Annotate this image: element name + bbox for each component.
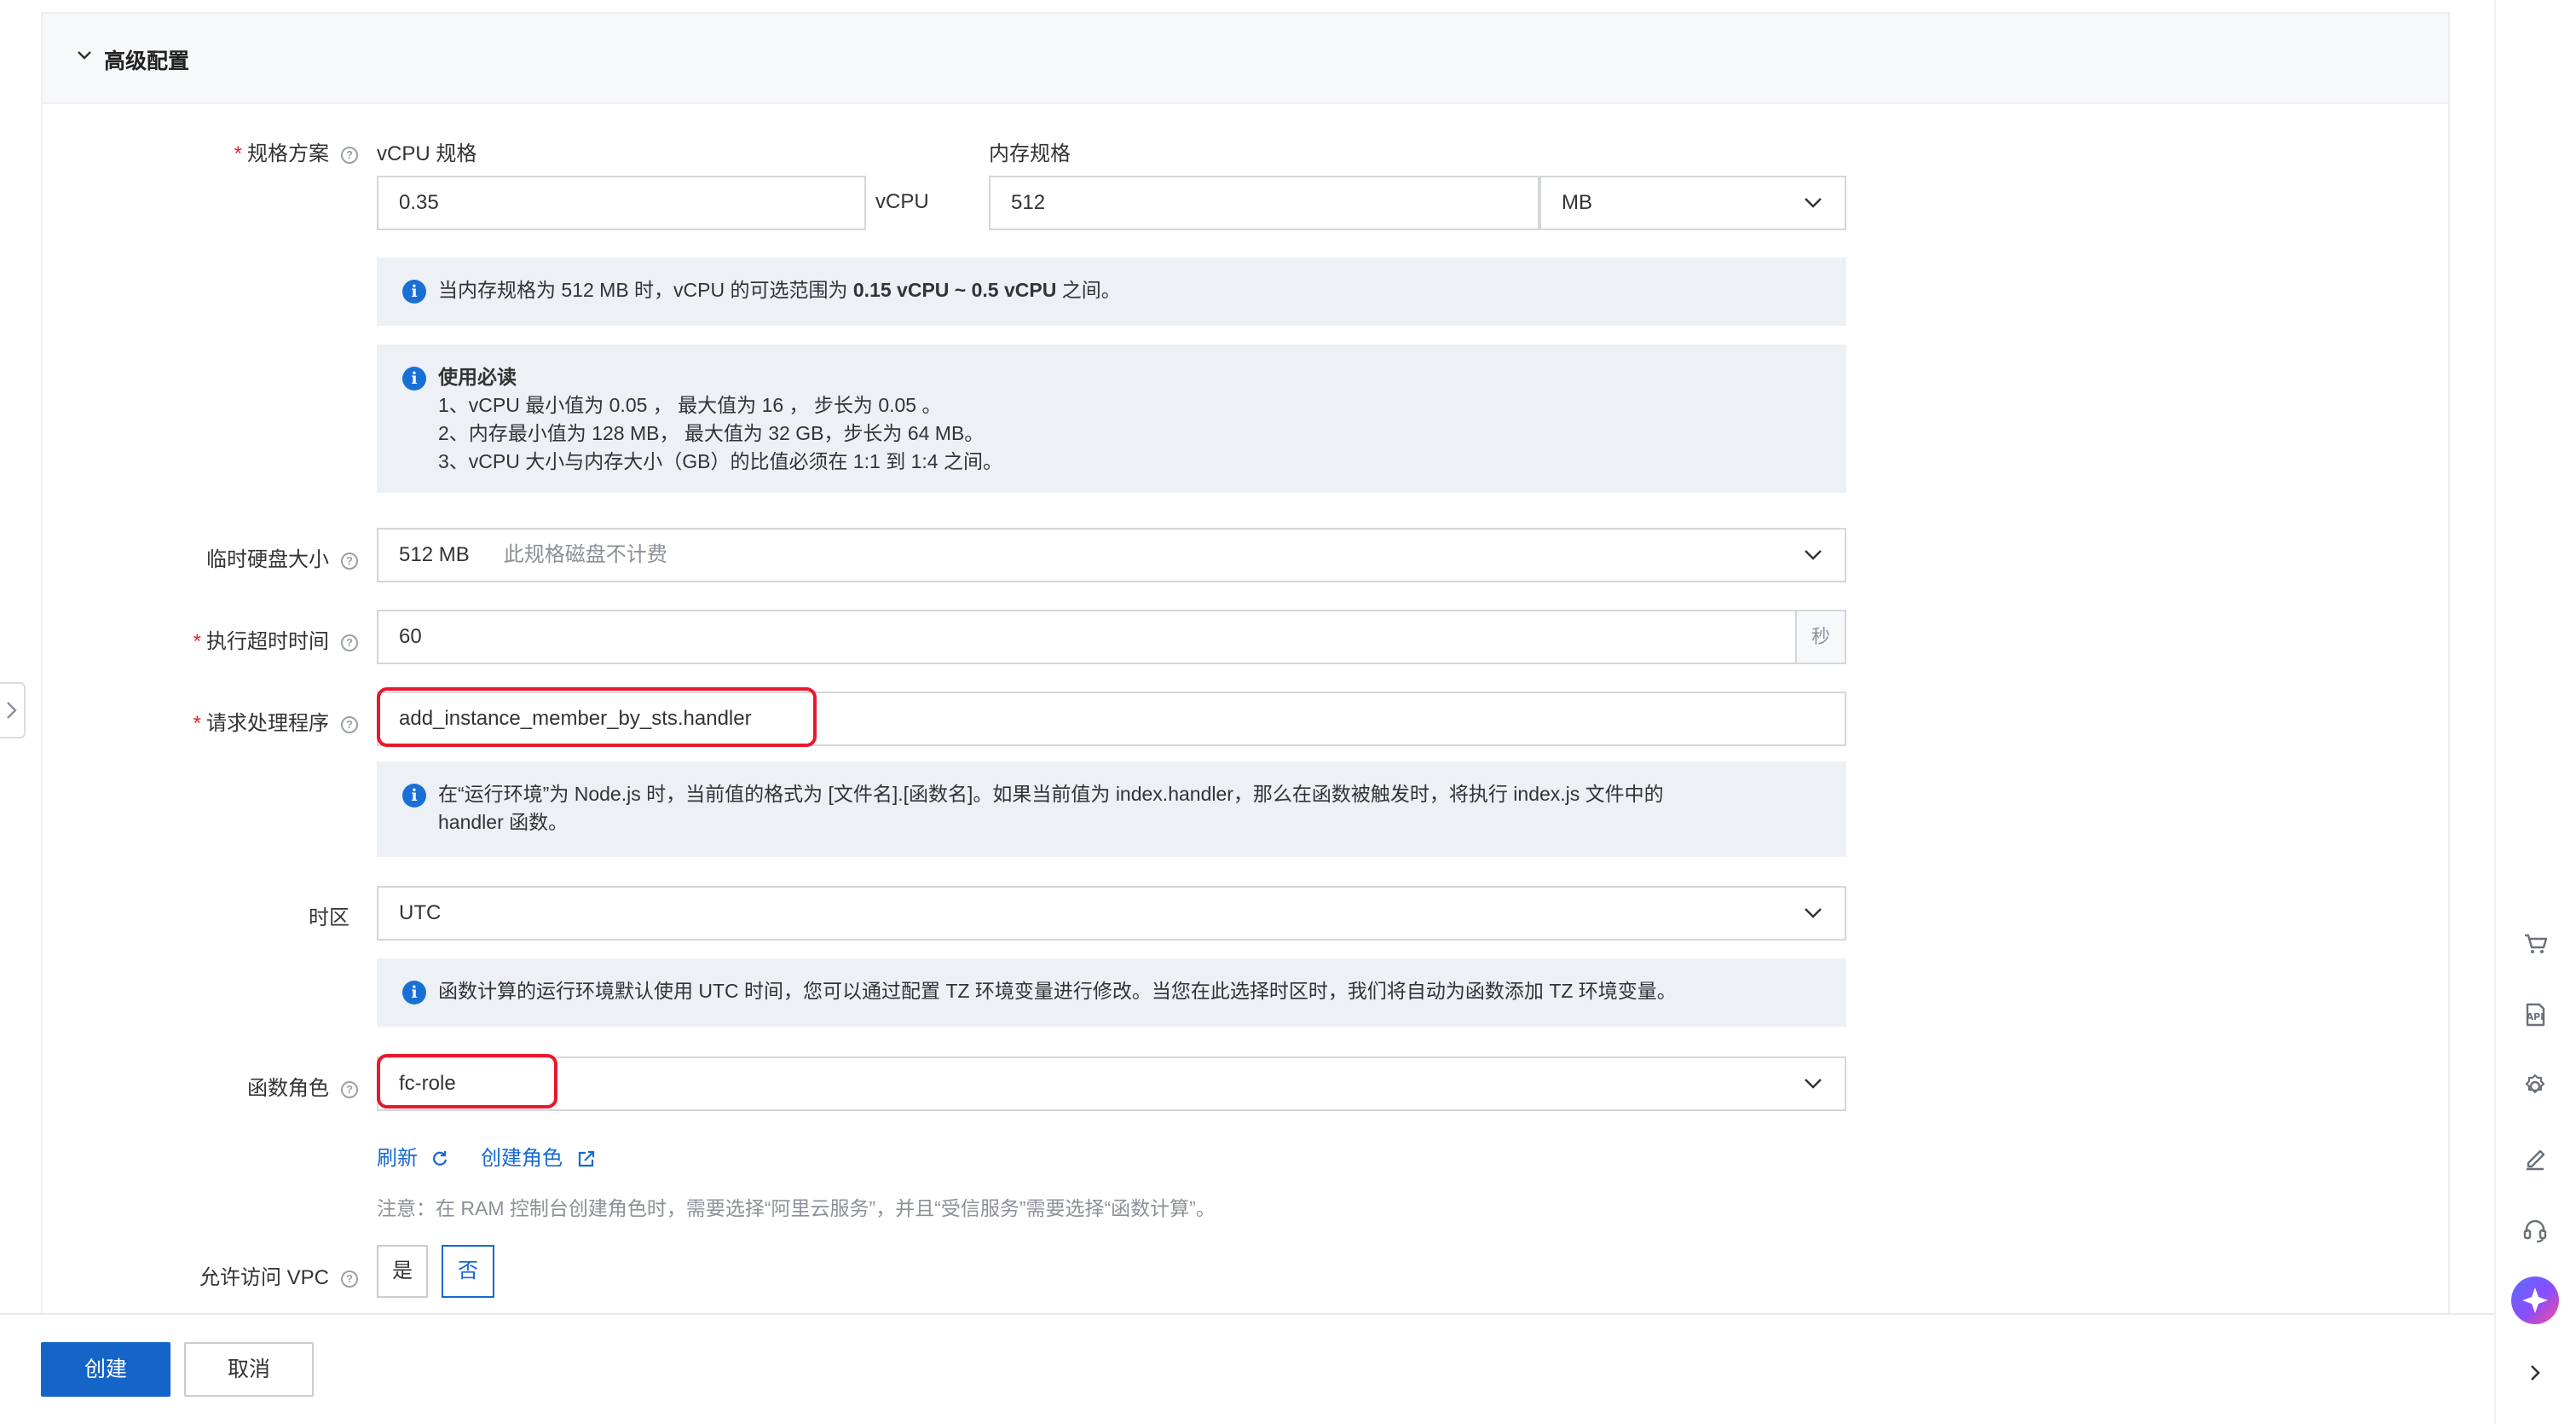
edit-icon[interactable] (2515, 1137, 2556, 1178)
create-button[interactable]: 创建 (41, 1342, 170, 1397)
help-icon[interactable]: ? (341, 1080, 358, 1098)
highlight-box-handler (377, 687, 817, 747)
usage-note-2: 2、内存最小值为 128 MB， 最大值为 32 GB，步长为 64 MB。 (438, 422, 985, 444)
headset-icon[interactable] (2515, 1209, 2556, 1250)
usage-notes-title: 使用必读 (438, 366, 517, 388)
panel-title: 高级配置 (104, 49, 190, 73)
help-icon[interactable]: ? (341, 634, 358, 651)
help-icon[interactable]: ? (341, 715, 358, 733)
info-icon: i (402, 367, 426, 391)
memory-spec-label: 内存规格 (989, 142, 1071, 165)
footer-bar (0, 1313, 2494, 1424)
vcpu-input[interactable]: 0.35 (377, 176, 866, 230)
info-icon: i (402, 981, 426, 1004)
timeout-input[interactable]: 60 秒 (377, 610, 1846, 664)
timezone-select[interactable]: UTC (377, 886, 1846, 941)
help-icon[interactable]: ? (341, 552, 358, 570)
timeout-unit: 秒 (1795, 611, 1845, 663)
timezone-tip: i 函数计算的运行环境默认使用 UTC 时间，您可以通过配置 TZ 环境变量进行… (377, 958, 1846, 1027)
chevron-down-icon (1805, 1079, 1822, 1089)
memory-input[interactable]: 512 (989, 176, 1539, 230)
sidebar-expand-toggle[interactable] (0, 682, 26, 738)
usage-notes: i 使用必读 1、vCPU 最小值为 0.05 ， 最大值为 16 ， 步长为 … (377, 344, 1846, 493)
highlight-box-role (377, 1054, 557, 1109)
timezone-label: 时区 (309, 906, 349, 929)
help-icon[interactable]: ? (341, 146, 358, 164)
external-link-icon (578, 1150, 594, 1167)
spec-label: * 规格方案? (234, 136, 358, 166)
chevron-down-icon (1805, 550, 1822, 560)
info-icon: i (402, 784, 426, 808)
cancel-button[interactable]: 取消 (184, 1342, 314, 1397)
chevron-down-icon (1805, 198, 1822, 208)
disk-size-label: 临时硬盘大小? (206, 542, 358, 572)
info-icon: i (402, 280, 426, 304)
chevron-right-icon (7, 702, 17, 719)
role-label: 函数角色? (247, 1071, 358, 1101)
vcpu-spec-label: vCPU 规格 (377, 142, 477, 165)
api-icon[interactable]: API (2515, 994, 2556, 1035)
vpc-no-option[interactable]: 否 (442, 1245, 494, 1298)
cart-icon[interactable] (2515, 923, 2556, 964)
chevron-right-icon[interactable] (2515, 1352, 2556, 1393)
create-role-link[interactable]: 创建角色 (481, 1141, 596, 1171)
svg-text:API: API (2527, 1011, 2544, 1022)
role-select[interactable]: fc-role (377, 1056, 1846, 1111)
vcpu-unit: vCPU (875, 190, 929, 213)
usage-note-3: 3、vCPU 大小与内存大小（GB）的比值必须在 1:1 到 1:4 之间。 (438, 450, 1002, 472)
memory-unit-select[interactable]: MB (1539, 176, 1846, 230)
vcpu-range-tip: i 当内存规格为 512 MB 时，vCPU 的可选范围为 0.15 vCPU … (377, 258, 1846, 326)
usage-note-1: 1、vCPU 最小值为 0.05 ， 最大值为 16 ， 步长为 0.05 。 (438, 394, 942, 416)
help-icon[interactable]: ? (341, 1270, 358, 1288)
handler-tip: i 在“运行环境”为 Node.js 时，当前值的格式为 [文件名].[函数名]… (377, 761, 1846, 857)
role-note: 注意：在 RAM 控制台创建角色时，需要选择“阿里云服务”，并且“受信服务”需要… (377, 1197, 1216, 1219)
disk-size-select[interactable]: 512 MB 此规格磁盘不计费 (377, 528, 1846, 582)
chevron-down-icon[interactable] (75, 46, 94, 65)
timeout-label: * 执行超时时间? (193, 624, 358, 654)
panel-header[interactable]: 高级配置 (43, 14, 2448, 104)
handler-label: * 请求处理程序? (193, 706, 358, 736)
refresh-icon (432, 1151, 447, 1166)
gear-icon[interactable] (2515, 1066, 2556, 1107)
chevron-down-icon (1805, 908, 1822, 918)
ai-assistant-icon[interactable] (2510, 1276, 2560, 1325)
vpc-yes-option[interactable]: 是 (377, 1245, 428, 1298)
refresh-link[interactable]: 刷新 (377, 1141, 449, 1171)
vpc-label: 允许访问 VPC? (199, 1260, 358, 1290)
